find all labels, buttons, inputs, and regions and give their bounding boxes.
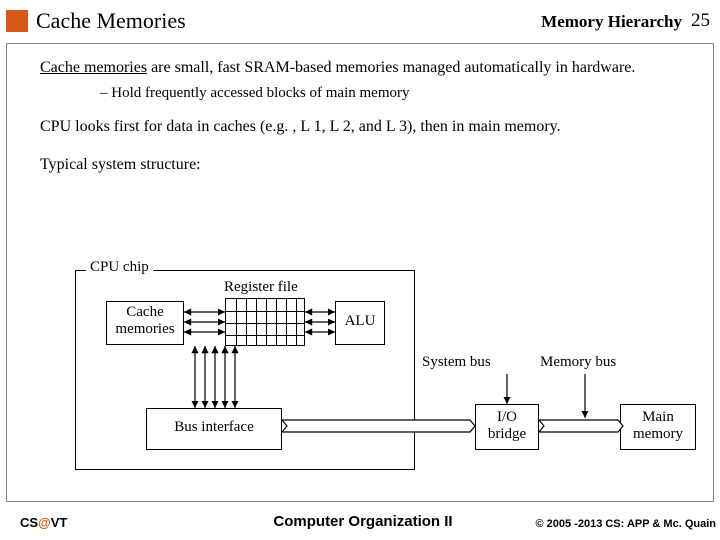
slide: Cache Memories Memory Hierarchy 25 Cache… bbox=[0, 0, 720, 540]
divider bbox=[713, 43, 714, 502]
paragraph: Typical system structure: bbox=[40, 155, 680, 175]
paragraph: CPU looks first for data in caches (e.g.… bbox=[40, 117, 680, 137]
body-text: Cache memories are small, fast SRAM-base… bbox=[20, 50, 700, 181]
footer: CS@VT Computer Organization II © 2005 -2… bbox=[8, 508, 718, 536]
chapter-label: Memory Hierarchy bbox=[541, 12, 682, 32]
bullet-sub: – Hold frequently accessed blocks of mai… bbox=[100, 84, 680, 103]
divider bbox=[6, 43, 714, 44]
header: Cache Memories Memory Hierarchy 25 bbox=[6, 6, 714, 38]
divider bbox=[6, 501, 714, 502]
diagram-arrows bbox=[40, 258, 700, 498]
footer-copyright: © 2005 -2013 CS: APP & Mc. Quain bbox=[535, 518, 716, 530]
paragraph: Cache memories are small, fast SRAM-base… bbox=[40, 58, 680, 78]
divider bbox=[6, 43, 7, 502]
page-title: Cache Memories bbox=[36, 8, 186, 34]
page-number: 25 bbox=[691, 10, 710, 32]
term-underlined: Cache memories bbox=[40, 59, 147, 76]
text: are small, fast SRAM-based memories mana… bbox=[147, 59, 635, 76]
accent-square bbox=[6, 10, 28, 32]
system-diagram: CPU chip Register file Cache memories AL… bbox=[40, 258, 700, 498]
